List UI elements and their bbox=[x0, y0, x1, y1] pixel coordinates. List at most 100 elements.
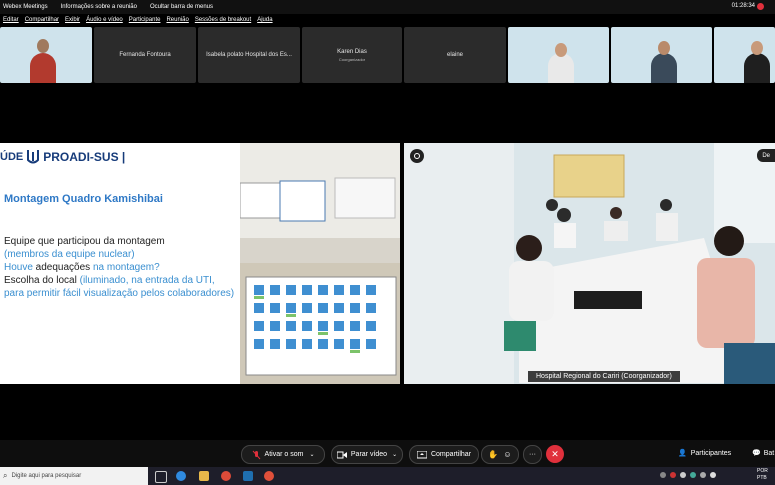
more-icon: ··· bbox=[529, 451, 536, 458]
close-icon: ✕ bbox=[551, 448, 559, 459]
edge-icon[interactable] bbox=[176, 471, 186, 481]
logo-left-text: ÚDE bbox=[0, 151, 24, 163]
video-options-icon[interactable] bbox=[410, 149, 424, 163]
participant-head bbox=[555, 43, 567, 57]
hide-menu-button[interactable]: Ocultar barra de menus bbox=[150, 4, 213, 10]
settings-glyph-icon bbox=[414, 153, 420, 159]
volume-icon[interactable] bbox=[710, 472, 716, 478]
slide-photo-whiteboard bbox=[239, 143, 400, 263]
participant-tile-video[interactable] bbox=[611, 27, 712, 83]
system-tray bbox=[660, 472, 752, 480]
end-meeting-button[interactable]: ✕ bbox=[546, 445, 564, 463]
share-button[interactable]: Compartilhar bbox=[409, 445, 479, 464]
menu-share[interactable]: Compartilhar bbox=[25, 17, 59, 23]
more-options-button[interactable]: ··· bbox=[523, 445, 542, 464]
language-line: PTB bbox=[757, 475, 767, 481]
share-label: Compartilhar bbox=[430, 451, 472, 458]
chevron-down-icon[interactable]: ⌄ bbox=[309, 451, 314, 458]
language-indicator[interactable]: POR PTB bbox=[757, 468, 768, 482]
slide-line: Houve adequações na montagem? bbox=[4, 261, 236, 274]
people-icon: 👤 bbox=[678, 450, 687, 457]
participant-tile-karen[interactable]: Karen Dias Coorganizador bbox=[302, 27, 402, 83]
participant-tile-video[interactable] bbox=[508, 27, 609, 83]
participant-name: Isabela polato Hospital dos Es... bbox=[206, 52, 292, 58]
menu-participant[interactable]: Participante bbox=[129, 17, 161, 23]
tray-icon[interactable] bbox=[680, 472, 686, 478]
share-screen-icon bbox=[416, 450, 427, 458]
participant-silhouette bbox=[30, 53, 56, 83]
language-line: POR bbox=[757, 468, 768, 474]
participant-head bbox=[37, 39, 49, 53]
menu-edit[interactable]: Editar bbox=[3, 17, 19, 23]
menu-help[interactable]: Ajuda bbox=[257, 17, 272, 23]
slide-photo-kamishibai-board bbox=[240, 263, 400, 384]
participants-button[interactable]: 👤 Participantes bbox=[678, 449, 732, 458]
tray-icon[interactable] bbox=[690, 472, 696, 478]
chrome-icon[interactable] bbox=[221, 471, 231, 481]
main-video[interactable]: De Hospital Regional do Cariri (Coorgani… bbox=[404, 143, 775, 384]
meeting-timer: 01:28:34 bbox=[731, 3, 755, 9]
recording-icon bbox=[757, 3, 764, 10]
chat-icon: 💬 bbox=[752, 450, 761, 457]
participant-head bbox=[658, 41, 670, 55]
chat-button[interactable]: 💬 Bat bbox=[752, 449, 775, 458]
reactions-button[interactable]: ✋ ☺ bbox=[481, 445, 519, 464]
participant-name: Fernanda Fontoura bbox=[119, 52, 171, 58]
participant-tile-fernanda[interactable]: Fernanda Fontoura bbox=[94, 27, 196, 83]
shared-content: ÚDE PROADI-SUS | Montagem Quadro Kamishi… bbox=[0, 143, 400, 384]
menu-bar: Editar Compartilhar Exibir Áudio e vídeo… bbox=[0, 14, 775, 26]
menu-audio-video[interactable]: Áudio e vídeo bbox=[86, 17, 123, 23]
whiteboard-image bbox=[239, 143, 400, 263]
slide-line-part: Escolha do local bbox=[4, 275, 80, 286]
slide-logo: ÚDE PROADI-SUS | bbox=[0, 148, 125, 166]
menu-view[interactable]: Exibir bbox=[65, 17, 80, 23]
camera-icon bbox=[336, 451, 347, 458]
task-view-icon[interactable] bbox=[155, 471, 167, 483]
slide-line: (membros da equipe nuclear) bbox=[4, 249, 135, 260]
firefox-icon[interactable] bbox=[264, 471, 274, 481]
slide-line-part: Houve bbox=[4, 262, 33, 273]
participant-tile-video[interactable] bbox=[0, 27, 92, 83]
participant-tile-video[interactable] bbox=[714, 27, 775, 83]
search-placeholder: Digite aqui para pesquisar bbox=[11, 473, 82, 479]
search-icon: ⌕ bbox=[3, 471, 8, 480]
video-badge-label: De bbox=[762, 152, 770, 159]
chat-label: Bat bbox=[763, 449, 775, 457]
participant-strip: Fernanda Fontoura Isabela polato Hospita… bbox=[0, 27, 775, 83]
participant-name: elaine bbox=[446, 52, 463, 58]
meeting-room-video bbox=[404, 143, 775, 384]
app-title: Webex Meetings bbox=[3, 4, 48, 10]
tray-icon[interactable] bbox=[660, 472, 666, 478]
participant-silhouette bbox=[744, 53, 770, 83]
webex-icon[interactable] bbox=[243, 471, 253, 481]
participant-tile-elaine[interactable]: elaine bbox=[404, 27, 506, 83]
participant-head bbox=[751, 41, 763, 55]
unmute-label: Ativar o som bbox=[264, 451, 304, 458]
file-explorer-icon[interactable] bbox=[199, 471, 209, 481]
stop-video-button[interactable]: Parar vídeo ⌄ bbox=[331, 445, 403, 464]
slide-line: Escolha do local (iluminado, na entrada … bbox=[4, 274, 236, 300]
participant-silhouette bbox=[651, 53, 677, 83]
menu-meeting[interactable]: Reunião bbox=[166, 17, 188, 23]
slide-line: Equipe que participou da montagem bbox=[4, 236, 165, 247]
network-icon[interactable] bbox=[700, 472, 706, 478]
unmute-button[interactable]: Ativar o som ⌄ bbox=[241, 445, 325, 464]
slide-line-part: na montagem? bbox=[92, 262, 160, 273]
menu-breakout[interactable]: Sessões de breakout bbox=[195, 17, 251, 23]
participants-label: Participantes bbox=[690, 449, 732, 457]
participant-name: Karen Dias bbox=[337, 48, 367, 55]
meeting-controls: Ativar o som ⌄ Parar vídeo ⌄ Compartilha… bbox=[0, 440, 775, 467]
tray-icon[interactable] bbox=[670, 472, 676, 478]
logo-shield-icon bbox=[27, 150, 40, 164]
video-badge[interactable]: De bbox=[757, 149, 775, 162]
meeting-info-link[interactable]: Informações sobre a reunião bbox=[61, 4, 137, 10]
participant-tile-isabela[interactable]: Isabela polato Hospital dos Es... bbox=[198, 27, 300, 83]
mic-muted-icon bbox=[252, 450, 260, 459]
participant-silhouette bbox=[548, 53, 574, 83]
slide-body: Equipe que participou da montagem (membr… bbox=[4, 235, 236, 300]
chevron-down-icon[interactable]: ⌄ bbox=[392, 451, 397, 458]
taskbar-search[interactable]: ⌕ Digite aqui para pesquisar bbox=[0, 467, 148, 485]
participant-role: Coorganizador bbox=[338, 56, 366, 62]
kamishibai-board-image bbox=[240, 263, 400, 384]
logo-right-text: PROADI-SUS | bbox=[43, 150, 126, 164]
